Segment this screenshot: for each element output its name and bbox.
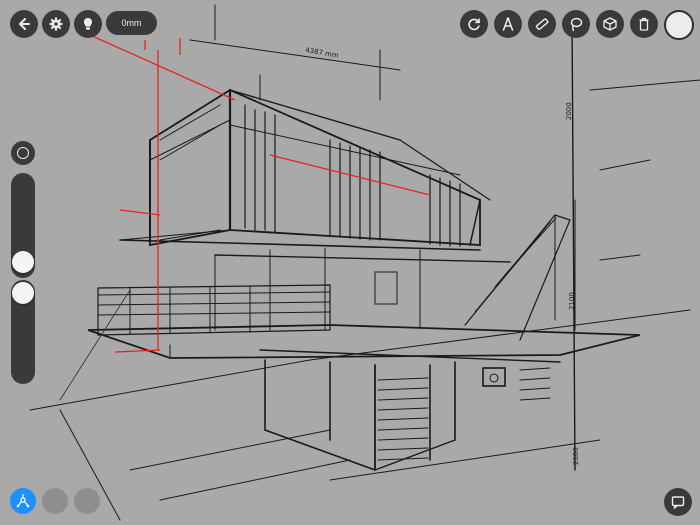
dimension-4387: 4387 mm (305, 46, 340, 60)
color-picker-swatch[interactable] (664, 10, 694, 40)
layer-slot-1[interactable] (42, 488, 68, 514)
comment-button[interactable] (664, 488, 692, 516)
size-slider[interactable] (11, 173, 35, 278)
perspective-points-button[interactable] (10, 488, 36, 514)
size-slider-knob[interactable] (12, 251, 34, 273)
rotate-button[interactable] (460, 10, 488, 38)
ruler-icon (535, 18, 549, 31)
brush-shape-button[interactable] (11, 141, 35, 165)
back-button[interactable] (10, 10, 38, 38)
compass-button[interactable] (494, 10, 522, 38)
layer-slot-2[interactable] (74, 488, 100, 514)
perspective-points-icon (16, 494, 30, 508)
settings-button[interactable] (42, 10, 70, 38)
dimension-2600: 2600 (572, 447, 580, 465)
sketch-canvas[interactable]: 4387 mm 2000 2100 2600 (0, 0, 700, 525)
dimension-2100: 2100 (568, 292, 576, 310)
trash-icon (639, 17, 649, 31)
lightbulb-icon (84, 18, 92, 30)
circle-brush-icon (17, 147, 29, 159)
rotate-icon (468, 18, 480, 31)
lasso-button[interactable] (562, 10, 590, 38)
light-button[interactable] (74, 10, 102, 38)
lasso-icon (570, 17, 583, 32)
cube-icon (603, 17, 617, 31)
comment-icon (671, 496, 685, 510)
opacity-slider[interactable] (11, 280, 35, 384)
cube-button[interactable] (596, 10, 624, 38)
ruler-button[interactable] (528, 10, 556, 38)
dimension-2000: 2000 (565, 102, 573, 120)
opacity-slider-knob[interactable] (12, 282, 34, 304)
gear-icon (49, 17, 63, 31)
measure-value-display[interactable]: 0mm (106, 11, 157, 35)
back-icon (19, 18, 30, 30)
compass-icon (502, 17, 514, 31)
trash-button[interactable] (630, 10, 658, 38)
